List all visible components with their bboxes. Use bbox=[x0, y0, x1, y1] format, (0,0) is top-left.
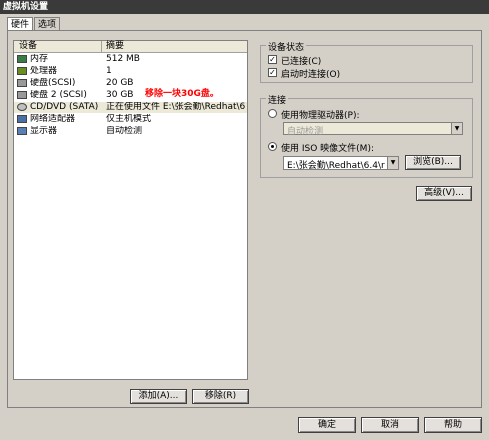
harddisk-icon bbox=[17, 91, 27, 99]
device-summary: 30 GB bbox=[106, 90, 134, 100]
column-header-device[interactable]: 设备 bbox=[19, 41, 37, 52]
iso-image-value: E:\张会勤\Redhat\6.4\rhel6 bbox=[287, 161, 385, 171]
display-icon bbox=[17, 127, 27, 135]
connection-title: 连接 bbox=[266, 93, 289, 106]
ok-button[interactable]: 确定 bbox=[298, 417, 356, 433]
device-name: 显示器 bbox=[30, 126, 58, 136]
memory-icon bbox=[17, 55, 27, 63]
harddisk-icon bbox=[17, 79, 27, 87]
device-row-memory[interactable]: 内存 512 MB bbox=[14, 54, 247, 65]
device-row-display[interactable]: 显示器 自动检测 bbox=[14, 126, 247, 137]
device-name: 网络适配器 bbox=[30, 114, 76, 124]
connected-checkbox[interactable]: ✓ bbox=[268, 55, 277, 64]
connected-label: 已连接(C) bbox=[281, 57, 322, 67]
device-row-network-adapter[interactable]: 网络适配器 仅主机模式 bbox=[14, 114, 247, 125]
device-name: 硬盘 2 (SCSI) bbox=[30, 90, 87, 100]
physical-drive-label: 使用物理驱动器(P): bbox=[281, 111, 360, 121]
remove-button[interactable]: 移除(R) bbox=[192, 389, 249, 404]
tab-hardware[interactable]: 硬件 bbox=[7, 17, 33, 31]
list-header: 设备 摘要 bbox=[14, 41, 247, 53]
device-summary: 自动检测 bbox=[106, 126, 143, 136]
help-button[interactable]: 帮助 bbox=[424, 417, 482, 433]
device-name: 处理器 bbox=[30, 66, 58, 76]
device-summary: 正在使用文件 E:\张会勤\Redhat\6.... bbox=[106, 102, 246, 112]
cdrom-icon bbox=[17, 103, 27, 111]
device-summary: 1 bbox=[106, 66, 112, 76]
connect-at-power-on-checkbox[interactable]: ✓ bbox=[268, 68, 277, 77]
iso-image-select[interactable]: E:\张会勤\Redhat\6.4\rhel6 ▼ bbox=[283, 156, 399, 171]
physical-drive-select[interactable]: 自动检测 ▼ bbox=[283, 122, 463, 137]
device-row-processor[interactable]: 处理器 1 bbox=[14, 66, 247, 77]
physical-drive-radio[interactable] bbox=[268, 109, 277, 118]
browse-button[interactable]: 浏览(B)... bbox=[405, 155, 461, 170]
cancel-button[interactable]: 取消 bbox=[361, 417, 419, 433]
processor-icon bbox=[17, 67, 27, 75]
iso-image-label: 使用 ISO 映像文件(M): bbox=[281, 144, 374, 154]
device-name: CD/DVD (SATA) bbox=[30, 102, 99, 112]
connect-at-power-on-label: 启动时连接(O) bbox=[281, 70, 341, 80]
device-row-cdrom[interactable]: CD/DVD (SATA) 正在使用文件 E:\张会勤\Redhat\6.... bbox=[14, 102, 247, 113]
column-header-summary[interactable]: 摘要 bbox=[106, 41, 124, 52]
chevron-down-icon: ▼ bbox=[387, 157, 398, 169]
device-status-title: 设备状态 bbox=[266, 40, 307, 53]
iso-image-radio[interactable] bbox=[268, 142, 277, 151]
device-summary: 仅主机模式 bbox=[106, 114, 152, 124]
advanced-button[interactable]: 高级(V)... bbox=[416, 186, 472, 201]
device-summary: 512 MB bbox=[106, 54, 140, 64]
add-button[interactable]: 添加(A)... bbox=[130, 389, 187, 404]
device-name: 硬盘(SCSI) bbox=[30, 78, 76, 88]
tab-options[interactable]: 选项 bbox=[34, 17, 60, 31]
network-adapter-icon bbox=[17, 115, 27, 123]
annotation-text: 移除一块30G盘。 bbox=[145, 89, 219, 99]
window-title: 虚拟机设置 bbox=[0, 0, 489, 14]
device-name: 内存 bbox=[30, 54, 49, 64]
physical-drive-value: 自动检测 bbox=[287, 127, 324, 137]
chevron-down-icon: ▼ bbox=[451, 123, 462, 134]
